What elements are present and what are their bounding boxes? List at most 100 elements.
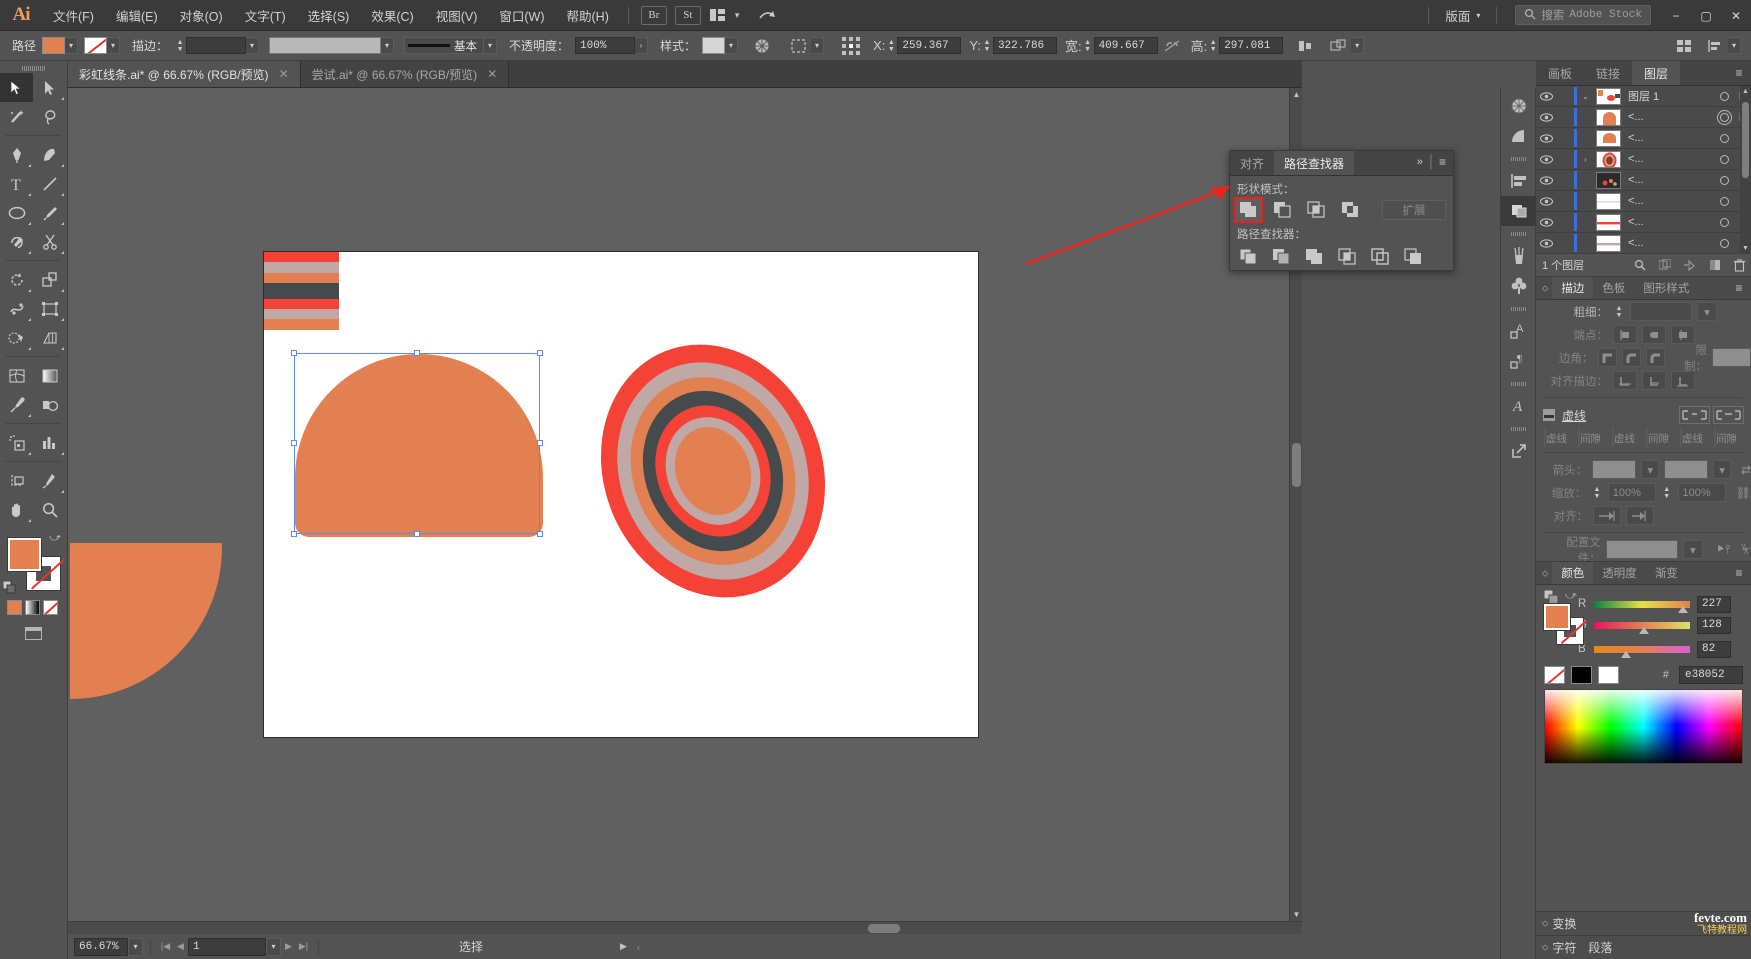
selection-tool[interactable] (0, 73, 33, 102)
scroll-up-icon[interactable]: ▲ (1290, 88, 1302, 101)
zoom-level-field[interactable]: 66.67% (74, 938, 128, 956)
stroke-panel-menu-icon[interactable]: ≡ (1727, 276, 1751, 300)
select-similar-icon[interactable] (791, 35, 806, 57)
align-panel-icon[interactable] (1707, 35, 1723, 57)
scissors-tool[interactable] (33, 227, 66, 256)
tab-layers[interactable]: 图层 (1632, 61, 1680, 85)
width-field[interactable]: 409.667 (1094, 37, 1158, 54)
target-indicator[interactable] (1714, 176, 1734, 185)
miter-limit-field[interactable] (1712, 348, 1751, 367)
layers-scroll-down-icon[interactable]: ▼ (1742, 245, 1749, 252)
dock-grip-3[interactable] (1501, 304, 1535, 313)
panel-grip-icon[interactable]: ⬦ (1536, 568, 1552, 579)
hand-tool[interactable] (0, 495, 33, 524)
align-panel-dropdown-icon[interactable]: ▾ (1728, 37, 1741, 54)
artboard-number-field[interactable]: 1 (188, 938, 266, 956)
table-row[interactable]: ⌄ 图层 1 (1536, 86, 1751, 107)
red-value-field[interactable]: 227 (1697, 596, 1731, 613)
gradient-button[interactable] (25, 600, 40, 615)
tab-graphic-styles[interactable]: 图形样式 (1634, 277, 1698, 299)
dash-field-2[interactable]: 虚线 (1612, 429, 1643, 447)
swap-arrowheads-icon[interactable]: ⇄ (1741, 463, 1751, 477)
color-guide-icon[interactable] (1501, 91, 1537, 121)
stroke-profile-dropdown-icon[interactable]: ▾ (381, 37, 394, 54)
flip-along-icon[interactable]: ⯈⫯ (1716, 542, 1731, 557)
menu-object[interactable]: 对象(O) (169, 0, 234, 30)
green-slider[interactable] (1594, 622, 1690, 629)
tab-artboards[interactable]: 画板 (1536, 61, 1584, 85)
crop-button[interactable] (1335, 246, 1360, 268)
layer-name[interactable]: 图层 1 (1621, 88, 1714, 104)
target-indicator[interactable] (1714, 239, 1734, 248)
minus-front-button[interactable] (1270, 199, 1295, 221)
eyedropper-tool[interactable] (0, 390, 33, 419)
menu-select[interactable]: 选择(S) (297, 0, 361, 30)
menu-help[interactable]: 帮助(H) (556, 0, 620, 30)
weight-dropdown-icon[interactable]: ▾ (1697, 302, 1717, 321)
shaper-tool[interactable] (0, 227, 33, 256)
bevel-join-button[interactable] (1646, 348, 1665, 367)
document-tab-0[interactable]: 彩虹线条.ai* @ 66.67% (RGB/预览) ✕ (68, 61, 301, 87)
default-fill-stroke-icon[interactable] (3, 581, 16, 594)
selection-handle-tc[interactable] (414, 350, 420, 356)
scale-tool[interactable] (33, 265, 66, 294)
color-themes-icon[interactable] (1501, 121, 1537, 151)
blue-value-field[interactable]: 82 (1697, 641, 1731, 658)
trim-button[interactable] (1269, 246, 1294, 268)
layer-name[interactable]: <... (1621, 174, 1714, 186)
table-row[interactable]: › <... (1536, 149, 1751, 170)
dock-grip-2[interactable] (1501, 229, 1535, 238)
gradient-tool[interactable] (33, 361, 66, 390)
horizontal-scroll-thumb[interactable] (868, 924, 900, 933)
weight-stepper[interactable]: ▲▼ (1613, 303, 1625, 320)
brush-dropdown-icon[interactable]: ▾ (484, 37, 497, 54)
selection-handle-tl[interactable] (291, 350, 297, 356)
align-center-button[interactable] (1613, 371, 1637, 390)
workspace-switcher[interactable]: 版面 ▾ (1437, 6, 1488, 25)
table-row[interactable]: <... (1536, 170, 1751, 191)
shape-builder-tool[interactable] (0, 323, 33, 352)
height-stepper[interactable]: ▲▼ (1207, 37, 1219, 54)
arrow-end-select[interactable] (1664, 460, 1708, 479)
tab-color[interactable]: 颜色 (1552, 562, 1593, 584)
menu-view[interactable]: 视图(V) (425, 0, 489, 30)
character-panel-tab[interactable]: ⬦ 字符 (1536, 939, 1582, 956)
hex-value-field[interactable]: e38052 (1679, 666, 1743, 684)
close-button[interactable]: ✕ (1721, 0, 1751, 31)
flip-across-icon[interactable]: ⏧ (1742, 542, 1751, 557)
dash-field-5[interactable]: 间隙 (1714, 429, 1745, 447)
white-swatch[interactable] (1598, 666, 1619, 684)
concentric-rings-shape[interactable] (604, 342, 824, 602)
x-field[interactable]: 259.367 (897, 37, 961, 54)
dash-field-4[interactable]: 虚线 (1680, 429, 1711, 447)
bridge-button[interactable]: Br (641, 6, 667, 25)
tab-links[interactable]: 链接 (1584, 61, 1632, 85)
symbols-icon[interactable] (1501, 271, 1537, 301)
miter-join-button[interactable] (1598, 348, 1617, 367)
visibility-toggle-icon[interactable] (1536, 197, 1557, 206)
expand-button[interactable]: 扩展 (1382, 200, 1446, 220)
menu-edit[interactable]: 编辑(E) (105, 0, 169, 30)
visibility-toggle-icon[interactable] (1536, 92, 1557, 101)
fill-dropdown-icon[interactable]: ▾ (65, 37, 78, 54)
transform-panel-tab[interactable]: ⬦ 变换 (1536, 915, 1582, 932)
magic-wand-tool[interactable] (0, 102, 33, 131)
extend-arrow-beyond-button[interactable] (1593, 506, 1621, 525)
minus-back-button[interactable] (1401, 246, 1426, 268)
menu-effect[interactable]: 效果(C) (360, 0, 424, 30)
stock-button[interactable]: St (675, 6, 701, 25)
style-dropdown-icon[interactable]: ▾ (725, 37, 738, 54)
pathfinder-panel[interactable]: 对齐 路径查找器 » | ≡ 形状模式： 扩展 路径查找器： (1229, 150, 1454, 271)
height-field[interactable]: 297.081 (1219, 37, 1283, 54)
transform-dropdown-icon[interactable]: ▾ (1351, 37, 1364, 54)
lasso-tool[interactable] (33, 102, 66, 131)
dock-grip-4[interactable] (1501, 379, 1535, 388)
selection-handle-bl[interactable] (291, 531, 297, 537)
artboard-tool[interactable] (0, 466, 33, 495)
merge-button[interactable] (1302, 246, 1327, 268)
stroke-weight-dropdown-icon[interactable]: ▾ (246, 37, 259, 54)
minimize-button[interactable]: − (1661, 0, 1691, 31)
paragraph-styles-icon[interactable]: ¶ (1501, 346, 1537, 376)
arrow-end-dropdown-icon[interactable]: ▾ (1713, 460, 1731, 479)
recolor-artwork-icon[interactable] (754, 35, 770, 57)
